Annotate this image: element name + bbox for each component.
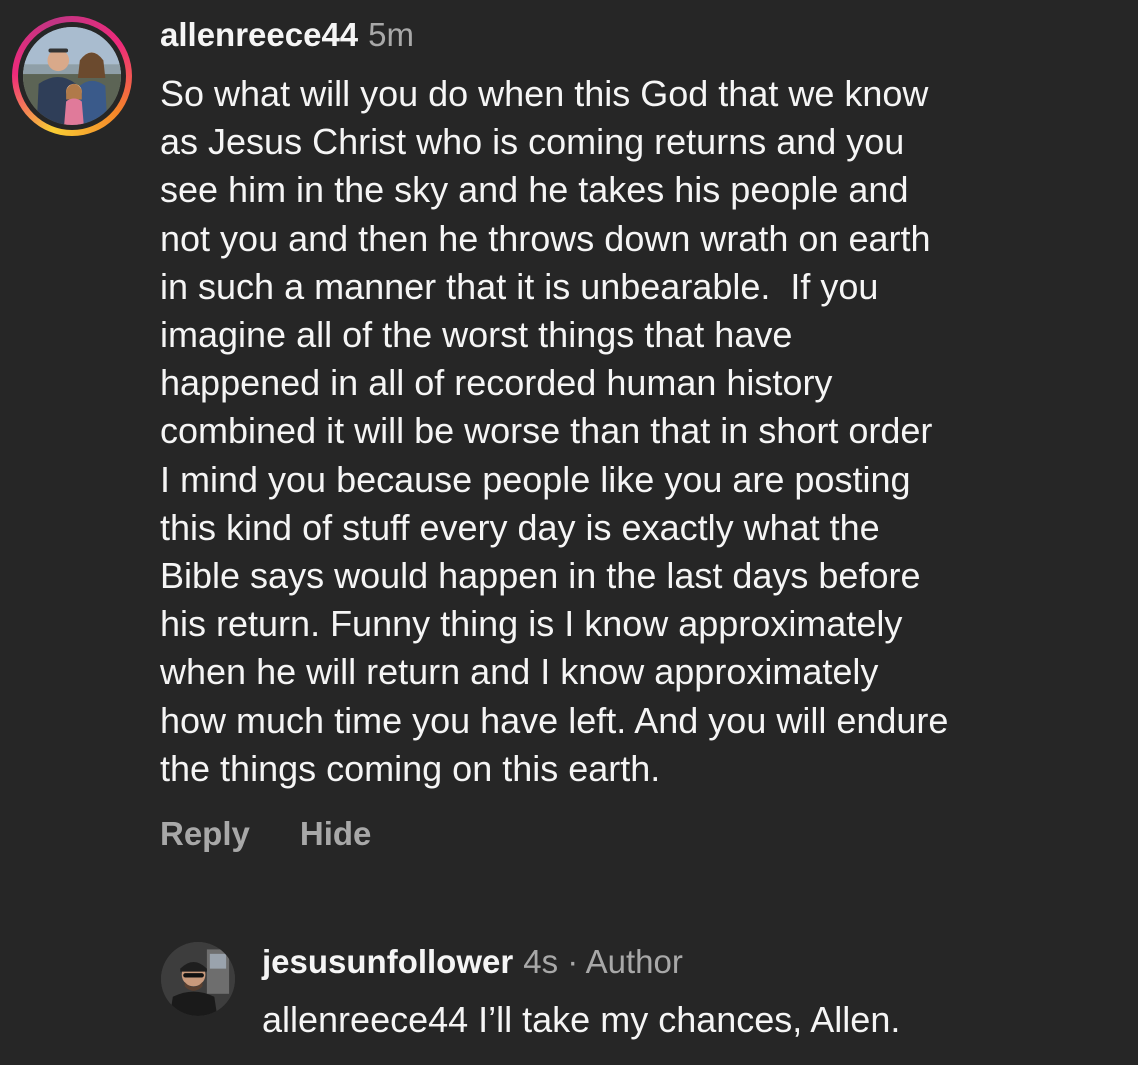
reply-separator: · — [567, 943, 579, 980]
story-ring[interactable] — [12, 16, 132, 136]
reply-button[interactable]: Reply — [160, 815, 250, 852]
comment-username[interactable]: allenreece44 — [160, 16, 358, 53]
comment-header: allenreece44 5m — [160, 14, 414, 56]
comment-timestamp: 5m — [368, 16, 415, 53]
avatar[interactable] — [23, 27, 121, 125]
hide-button[interactable]: Hide — [300, 815, 372, 852]
reply-avatar[interactable] — [161, 942, 235, 1016]
author-badge: Author — [585, 943, 683, 980]
comment-actions: Reply Hide — [160, 812, 371, 856]
reply-username[interactable]: jesusunfollower — [262, 943, 513, 980]
reply-text: allenreece44 I’ll take my chances, Allen… — [262, 999, 901, 1040]
reply-timestamp: 4s — [523, 943, 559, 980]
reply-header: jesusunfollower 4s · Author — [262, 940, 683, 984]
reply-avatar-photo-icon — [161, 942, 235, 1016]
comment-text: So what will you do when this God that w… — [160, 73, 949, 789]
avatar-photo-icon — [23, 27, 121, 125]
